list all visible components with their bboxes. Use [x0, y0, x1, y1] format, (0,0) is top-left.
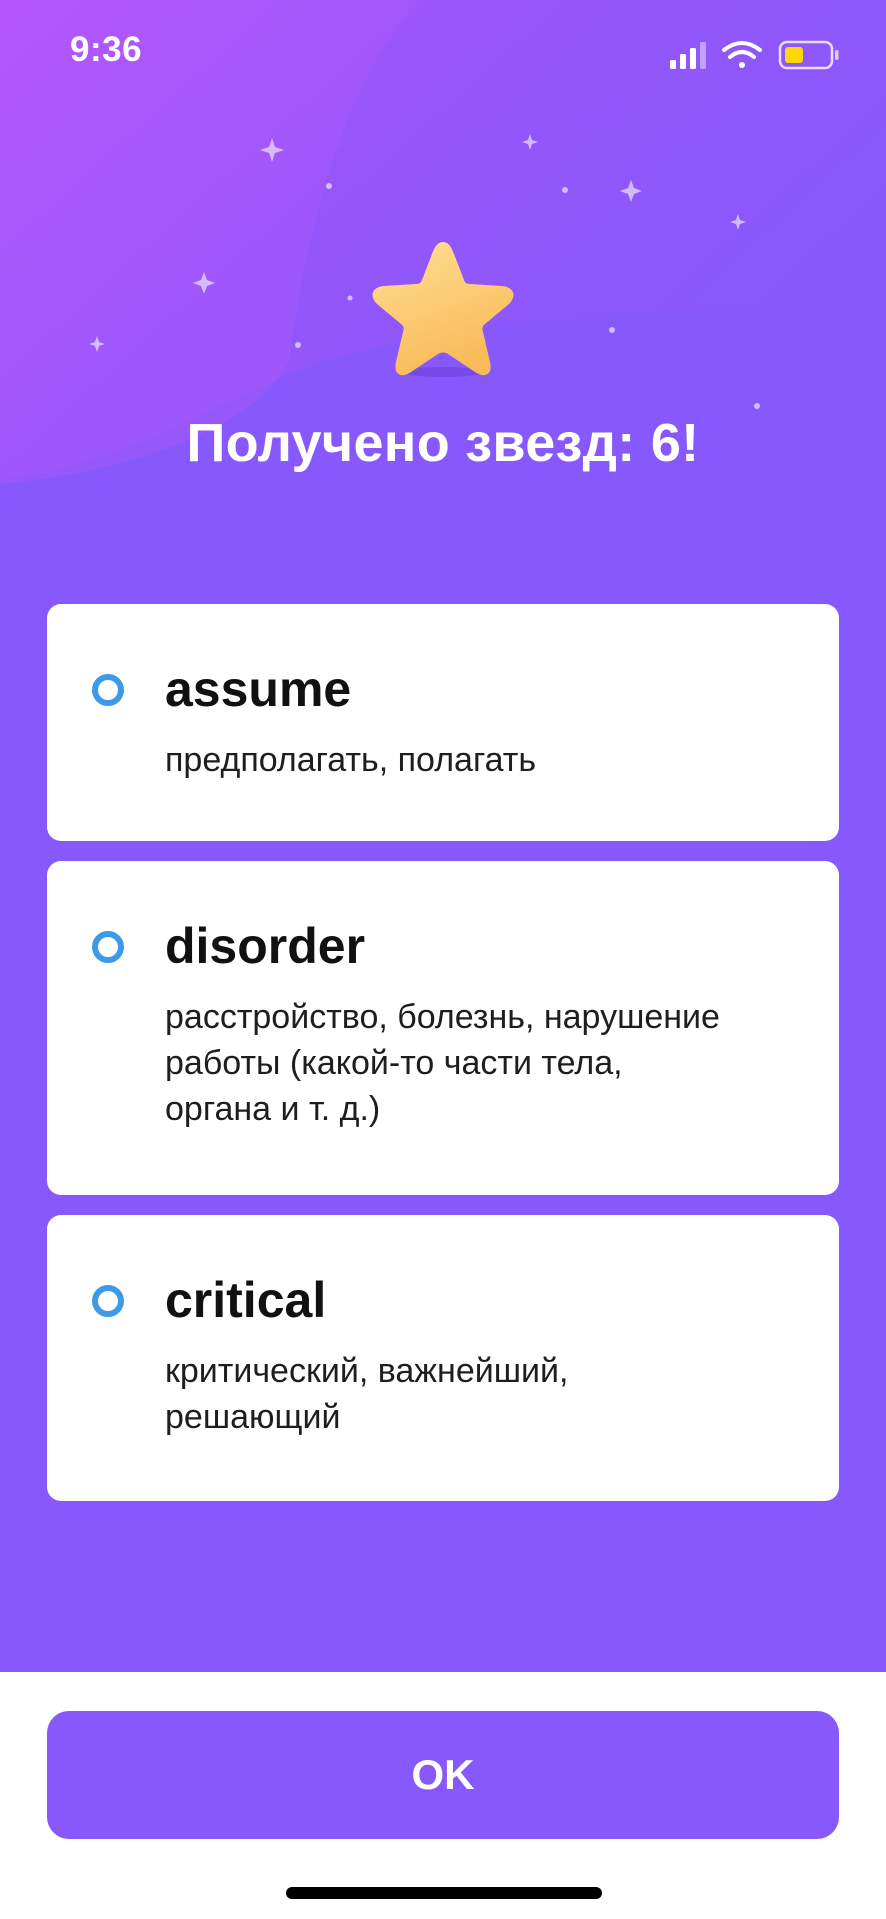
- cellular-signal-icon: [670, 42, 706, 69]
- word-translation: предполагать, полагать: [165, 741, 537, 779]
- word-term: assume: [165, 661, 352, 717]
- radio-circle-icon[interactable]: [92, 931, 124, 963]
- radio-circle-icon[interactable]: [92, 674, 124, 706]
- word-list: assume предполагать, полагать disorder р…: [47, 604, 839, 1521]
- wifi-icon: [722, 41, 762, 68]
- word-term: critical: [165, 1272, 327, 1328]
- radio-circle-icon[interactable]: [92, 1285, 124, 1317]
- word-card[interactable]: assume предполагать, полагать: [47, 604, 839, 841]
- status-bar: 9:36: [0, 0, 886, 110]
- home-indicator[interactable]: [286, 1887, 602, 1899]
- word-term: disorder: [165, 918, 366, 974]
- stars-earned-title: Получено звезд: 6!: [186, 413, 700, 473]
- status-time: 9:36: [70, 30, 143, 69]
- star-icon: [372, 242, 514, 377]
- word-card[interactable]: critical критический, важнейший, решающи…: [47, 1215, 839, 1501]
- reward-screen: 9:36 Получено звезд: 6! assume предполаг…: [0, 0, 886, 1672]
- battery-low-icon: [778, 40, 839, 70]
- word-translation: расстройство, болезнь, нарушение работы …: [165, 998, 720, 1128]
- word-translation: критический, важнейший, решающий: [165, 1352, 569, 1436]
- ok-button[interactable]: OK: [47, 1711, 839, 1839]
- word-card[interactable]: disorder расстройство, болезнь, нарушени…: [47, 861, 839, 1195]
- status-icons: [670, 40, 839, 70]
